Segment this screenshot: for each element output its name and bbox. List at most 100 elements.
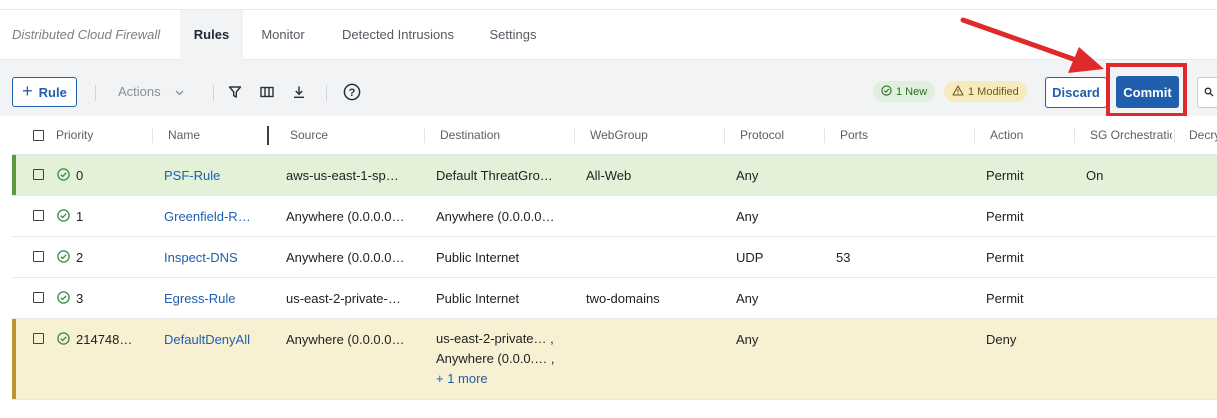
- filter-icon[interactable]: [225, 82, 245, 102]
- chevron-down-icon: [175, 84, 184, 99]
- rule-name-link[interactable]: Inspect-DNS: [164, 250, 264, 265]
- modified-row-indicator: [12, 319, 16, 399]
- rules-table: Priority Name Source Destination WebGrou…: [12, 116, 1217, 400]
- enabled-check-icon: [57, 332, 70, 348]
- row-checkbox[interactable]: [33, 210, 44, 221]
- discard-button[interactable]: Discard: [1045, 77, 1107, 108]
- app-title: Distributed Cloud Firewall: [12, 27, 161, 42]
- column-divider: [424, 128, 425, 143]
- column-divider: [724, 128, 725, 143]
- source-cell: Anywhere (0.0.0.0…: [286, 209, 405, 224]
- table-row[interactable]: 0 PSF-Rule aws-us-east-1-sp… Default Thr…: [12, 155, 1217, 196]
- rule-name-link[interactable]: PSF-Rule: [164, 168, 264, 183]
- webgroup-cell: two-domains: [586, 291, 660, 306]
- priority-cell: 2: [76, 250, 84, 265]
- search-icon: [1204, 84, 1214, 102]
- column-header[interactable]: Protocol: [740, 116, 784, 155]
- column-divider: [574, 128, 575, 143]
- column-header[interactable]: Decryption: [1189, 116, 1217, 155]
- commit-highlight-box: [1106, 63, 1187, 117]
- plus-icon: +: [22, 81, 33, 101]
- row-checkbox[interactable]: [33, 251, 44, 262]
- destination-cell: Public Internet: [436, 291, 520, 306]
- action-cell: Deny: [986, 332, 1017, 347]
- protocol-cell: Any: [736, 168, 759, 183]
- column-header[interactable]: WebGroup: [590, 116, 648, 155]
- protocol-cell: Any: [736, 209, 759, 224]
- rule-name-link[interactable]: DefaultDenyAll: [164, 332, 264, 347]
- columns-icon[interactable]: [257, 82, 277, 102]
- warning-icon: [952, 84, 964, 99]
- enabled-check-icon: [57, 168, 70, 184]
- tab-bar: Distributed Cloud Firewall Rules Monitor…: [0, 10, 1217, 60]
- source-cell: Anywhere (0.0.0.0…: [286, 250, 405, 265]
- column-header[interactable]: Source: [290, 116, 328, 155]
- divider: [326, 85, 327, 101]
- table-row[interactable]: 3 Egress-Rule us-east-2-private-… Public…: [12, 278, 1217, 319]
- tab-rules[interactable]: Rules: [180, 10, 243, 60]
- tab-settings[interactable]: Settings: [478, 10, 548, 60]
- modified-count-badge: 1 Modified: [944, 81, 1027, 102]
- enabled-check-icon: [57, 291, 70, 307]
- destination-cell: us-east-2-private… , Anywhere (0.0.0.… ,…: [436, 329, 571, 389]
- table-row[interactable]: 1 Greenfield-R… Anywhere (0.0.0.0… Anywh…: [12, 196, 1217, 237]
- table-row[interactable]: 2 Inspect-DNS Anywhere (0.0.0.0… Public …: [12, 237, 1217, 278]
- divider: [213, 85, 214, 101]
- priority-cell: 3: [76, 291, 84, 306]
- tab-detected-intrusions[interactable]: Detected Intrusions: [330, 10, 466, 60]
- top-strip: [0, 0, 1217, 10]
- action-cell: Permit: [986, 209, 1024, 224]
- row-checkbox[interactable]: [33, 169, 44, 180]
- rule-name-link[interactable]: Egress-Rule: [164, 291, 264, 306]
- priority-cell: 1: [76, 209, 84, 224]
- priority-cell: 0: [76, 168, 84, 183]
- column-header[interactable]: Action: [990, 116, 1023, 155]
- action-cell: Permit: [986, 250, 1024, 265]
- destination-cell: Anywhere (0.0.0.0…: [436, 209, 555, 224]
- modified-count-label: 1 Modified: [968, 85, 1019, 98]
- protocol-cell: UDP: [736, 250, 764, 265]
- column-resize-handle[interactable]: [267, 126, 269, 145]
- sg-orchestration-cell: On: [1086, 168, 1104, 183]
- actions-dropdown[interactable]: Actions: [118, 84, 184, 99]
- help-icon[interactable]: ?: [342, 82, 362, 102]
- add-rule-label: Rule: [38, 84, 67, 100]
- priority-cell: 214748…: [76, 332, 133, 347]
- table-row[interactable]: 214748… DefaultDenyAll Anywhere (0.0.0.0…: [12, 319, 1217, 400]
- column-header[interactable]: Name: [168, 116, 200, 155]
- divider: [95, 85, 96, 101]
- column-header[interactable]: Ports: [840, 116, 868, 155]
- search-input[interactable]: [1197, 77, 1217, 108]
- new-row-indicator: [12, 155, 16, 195]
- show-more-link[interactable]: + 1 more: [436, 369, 571, 389]
- protocol-cell: Any: [736, 332, 759, 347]
- svg-text:?: ?: [349, 87, 356, 99]
- ports-cell: 53: [836, 250, 851, 265]
- column-divider: [824, 128, 825, 143]
- download-icon[interactable]: [289, 82, 309, 102]
- destination-cell: Default ThreatGro…: [436, 168, 553, 183]
- enabled-check-icon: [57, 250, 70, 266]
- column-header[interactable]: SG Orchestration: [1090, 116, 1172, 155]
- add-rule-button[interactable]: + Rule: [12, 77, 77, 107]
- select-all-checkbox[interactable]: [33, 130, 44, 141]
- actions-label: Actions: [118, 84, 161, 99]
- source-cell: aws-us-east-1-sp…: [286, 168, 399, 183]
- action-cell: Permit: [986, 291, 1024, 306]
- row-checkbox[interactable]: [33, 292, 44, 303]
- new-count-badge: 1 New: [873, 81, 936, 102]
- column-header[interactable]: Destination: [440, 116, 500, 155]
- webgroup-cell: All-Web: [586, 168, 632, 183]
- action-cell: Permit: [986, 168, 1024, 183]
- destination-cell: Public Internet: [436, 250, 520, 265]
- tab-monitor[interactable]: Monitor: [250, 10, 316, 60]
- column-divider: [1074, 128, 1075, 143]
- table-header: Priority Name Source Destination WebGrou…: [12, 116, 1217, 155]
- row-checkbox[interactable]: [33, 333, 44, 344]
- destination-line: Anywhere (0.0.0.… ,: [436, 351, 555, 366]
- destination-line: us-east-2-private… ,: [436, 331, 554, 346]
- rule-name-link[interactable]: Greenfield-R…: [164, 209, 264, 224]
- column-header[interactable]: Priority: [56, 116, 93, 155]
- protocol-cell: Any: [736, 291, 759, 306]
- toolbar: + Rule Actions ? 1 New 1 Modified Discar…: [0, 60, 1217, 116]
